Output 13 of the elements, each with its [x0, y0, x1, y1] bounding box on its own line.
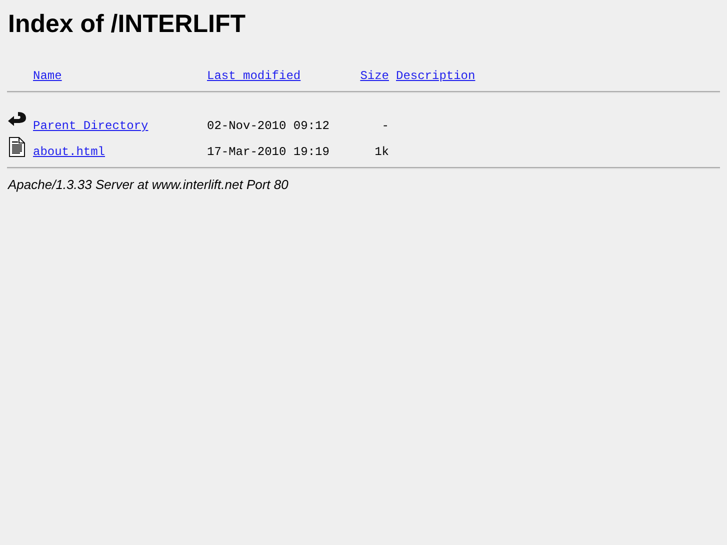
file-link[interactable]: Parent Directory [33, 119, 148, 133]
modified-date: 02-Nov-2010 09:12 [207, 119, 330, 133]
page-title: Index of /INTERLIFT [8, 10, 246, 38]
file-size: - [382, 119, 389, 133]
column-header-link[interactable]: Description [396, 69, 476, 83]
file-link[interactable]: about.html [33, 145, 106, 159]
server-signature: Apache/1.3.33 Server at www.interlift.net Port 80 [8, 177, 290, 192]
document-icon [7, 137, 27, 157]
column-header-link[interactable]: Name [33, 69, 62, 83]
column-header-link[interactable]: Size [360, 69, 389, 83]
column-header-link[interactable]: Last modified [207, 69, 301, 83]
file-size: 1k [374, 145, 389, 159]
modified-date: 17-Mar-2010 19:19 [207, 145, 330, 159]
